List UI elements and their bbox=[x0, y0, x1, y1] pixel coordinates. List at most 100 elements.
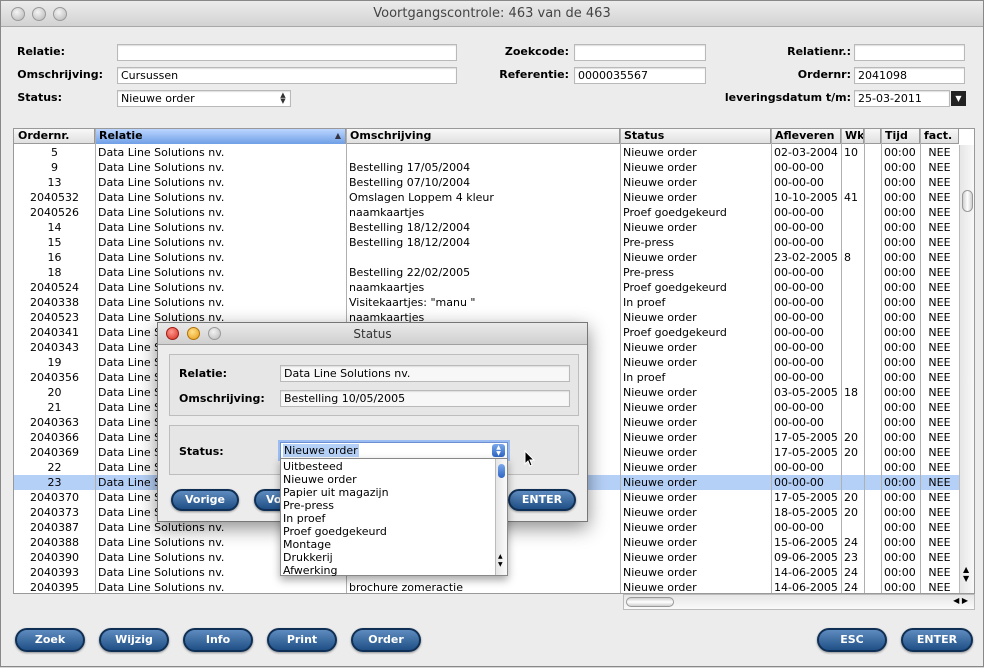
vorige-button[interactable]: Vorige bbox=[171, 489, 239, 511]
leveringsdatum-input[interactable]: 25-03-2011 bbox=[854, 90, 950, 107]
dropdown-scroll-arrows-icon[interactable]: ▲ ▼ bbox=[498, 553, 503, 569]
status-option[interactable]: In proef bbox=[281, 512, 495, 525]
column-header-blank[interactable] bbox=[864, 129, 881, 144]
combo-stepper-icon[interactable]: ▲ ▼ bbox=[492, 444, 505, 457]
cell-ordernr: 2040343 bbox=[30, 341, 79, 354]
table-row[interactable]: 2040526 Data Line Solutions nv. naamkaartj… bbox=[14, 205, 959, 220]
cell-blank bbox=[864, 520, 881, 535]
column-header-tijd[interactable]: Tijd bbox=[881, 129, 920, 144]
dialog-status-combo[interactable]: Nieuwe order ▲ ▼ bbox=[280, 442, 508, 459]
cell-status: Nieuwe order bbox=[623, 521, 697, 534]
cell-tijd: 00:00 bbox=[884, 236, 916, 249]
column-header-relatie[interactable]: Relatie ▲ bbox=[95, 129, 346, 144]
cell-wk bbox=[841, 400, 864, 415]
status-option[interactable]: Drukkerij bbox=[281, 551, 495, 564]
cell-tijd: 00:00 bbox=[884, 191, 916, 204]
cell-ordernr: 2040373 bbox=[30, 506, 79, 519]
table-row[interactable]: 2040532 Data Line Solutions nv. Omslagen L… bbox=[14, 190, 959, 205]
cell-blank bbox=[864, 490, 881, 505]
cell-blank bbox=[864, 475, 881, 490]
status-option[interactable]: Nieuwe order bbox=[281, 473, 495, 486]
cell-fact: NEE bbox=[928, 581, 951, 594]
print-button[interactable]: Print bbox=[267, 628, 337, 652]
dialog-zoom-icon[interactable] bbox=[208, 327, 221, 340]
dialog-relatie-label: Relatie: bbox=[179, 367, 228, 380]
cell-tijd: 00:00 bbox=[884, 296, 916, 309]
cell-blank bbox=[864, 295, 881, 310]
status-select[interactable]: Nieuwe order ▲ ▼ bbox=[117, 90, 291, 107]
table-row[interactable]: 14 Data Line Solutions nv. Bestelling 18/1… bbox=[14, 220, 959, 235]
zoek-button[interactable]: Zoek bbox=[15, 628, 85, 652]
dropdown-scrollbar[interactable]: ▲ ▼ bbox=[495, 459, 507, 575]
cell-status: Proef goedgekeurd bbox=[623, 206, 727, 219]
referentie-input[interactable]: 0000035567 bbox=[574, 67, 706, 84]
esc-button[interactable]: ESC bbox=[817, 628, 887, 652]
horizontal-scroll-thumb[interactable] bbox=[626, 597, 674, 607]
column-header-omschrijving[interactable]: Omschrijving bbox=[346, 129, 620, 144]
cell-omschrijving: Visitekaartjes: "manu " bbox=[349, 296, 476, 309]
cell-blank bbox=[864, 340, 881, 355]
wijzig-button[interactable]: Wijzig bbox=[99, 628, 169, 652]
relatienr-input[interactable] bbox=[854, 44, 965, 61]
vertical-scrollbar[interactable]: ▲ ▼ bbox=[959, 145, 974, 593]
status-option[interactable]: Papier uit magazijn bbox=[281, 486, 495, 499]
cell-afleveren: 00-00-00 bbox=[774, 236, 824, 249]
enter-button[interactable]: ENTER bbox=[901, 628, 973, 652]
cell-omschrijving bbox=[346, 250, 620, 265]
column-header-fact[interactable]: fact. bbox=[920, 129, 959, 144]
zoekcode-input[interactable] bbox=[574, 44, 706, 61]
cell-fact: NEE bbox=[928, 296, 951, 309]
cell-blank bbox=[864, 205, 881, 220]
status-option[interactable]: Uitbesteed bbox=[281, 460, 495, 473]
close-window-button[interactable] bbox=[11, 7, 25, 21]
table-row[interactable]: 15 Data Line Solutions nv. Bestelling 18/1… bbox=[14, 235, 959, 250]
status-option[interactable]: Proef goedgekeurd bbox=[281, 525, 495, 538]
cell-ordernr: 19 bbox=[47, 356, 62, 369]
info-button[interactable]: Info bbox=[183, 628, 253, 652]
cell-status: Nieuwe order bbox=[623, 446, 697, 459]
table-row[interactable]: 13 Data Line Solutions nv. Bestelling 07/1… bbox=[14, 175, 959, 190]
cell-tijd: 00:00 bbox=[884, 281, 916, 294]
table-row[interactable]: 16 Data Line Solutions nv. Nieuwe order 23-… bbox=[14, 250, 959, 265]
cell-relatie: Data Line Solutions nv. bbox=[98, 281, 225, 294]
column-divider bbox=[95, 129, 96, 593]
dropdown-arrow-icon[interactable]: ▼ bbox=[951, 91, 966, 106]
cell-afleveren: 00-00-00 bbox=[774, 461, 824, 474]
cell-fact: NEE bbox=[928, 161, 951, 174]
column-header-afleveren[interactable]: Afleveren bbox=[771, 129, 841, 144]
table-row[interactable]: 18 Data Line Solutions nv. Bestelling 22/0… bbox=[14, 265, 959, 280]
table-row[interactable]: 5 Data Line Solutions nv. Nieuwe order 02-0… bbox=[14, 145, 959, 160]
relatienr-label: Relatienr.: bbox=[787, 45, 851, 58]
dialog-minimize-icon[interactable] bbox=[187, 327, 200, 340]
table-row[interactable]: 2040338 Data Line Solutions nv. Visitekaar… bbox=[14, 295, 959, 310]
vertical-scroll-thumb[interactable] bbox=[962, 190, 973, 212]
column-header-status[interactable]: Status bbox=[620, 129, 771, 144]
cell-ordernr: 2040388 bbox=[30, 536, 79, 549]
order-button[interactable]: Order bbox=[351, 628, 421, 652]
cell-status: Nieuwe order bbox=[623, 416, 697, 429]
table-row[interactable]: 9 Data Line Solutions nv. Bestelling 17/05… bbox=[14, 160, 959, 175]
cell-tijd: 00:00 bbox=[884, 221, 916, 234]
relatie-input[interactable] bbox=[117, 44, 457, 61]
zoom-window-button[interactable] bbox=[53, 7, 67, 21]
dialog-enter-button[interactable]: ENTER bbox=[508, 489, 576, 511]
ordernr-input[interactable]: 2041098 bbox=[854, 67, 965, 84]
omschrijving-input[interactable]: Cursussen bbox=[117, 67, 457, 84]
scroll-up-down-icon[interactable]: ▲ ▼ bbox=[963, 565, 969, 583]
cell-afleveren: 00-00-00 bbox=[774, 326, 824, 339]
column-header-wk[interactable]: Wk bbox=[841, 129, 864, 144]
status-label: Status: bbox=[17, 91, 62, 104]
scroll-left-right-icon[interactable]: ◀ ▶ bbox=[953, 596, 968, 605]
status-option[interactable]: Montage bbox=[281, 538, 495, 551]
dialog-close-icon[interactable] bbox=[166, 327, 179, 340]
column-header-ordernr[interactable]: Ordernr. bbox=[14, 129, 95, 144]
cell-afleveren: 00-00-00 bbox=[774, 476, 824, 489]
minimize-window-button[interactable] bbox=[32, 7, 46, 21]
dropdown-scroll-thumb[interactable] bbox=[498, 464, 505, 478]
table-row[interactable]: 2040524 Data Line Solutions nv. naamkaartj… bbox=[14, 280, 959, 295]
cell-blank bbox=[864, 235, 881, 250]
status-option[interactable]: Pre-press bbox=[281, 499, 495, 512]
status-option[interactable]: Afwerking bbox=[281, 564, 495, 577]
table-row[interactable]: 2040395 Data Line Solutions nv. brochure z… bbox=[14, 580, 959, 594]
horizontal-scrollbar[interactable]: ◀ ▶ bbox=[623, 594, 975, 610]
